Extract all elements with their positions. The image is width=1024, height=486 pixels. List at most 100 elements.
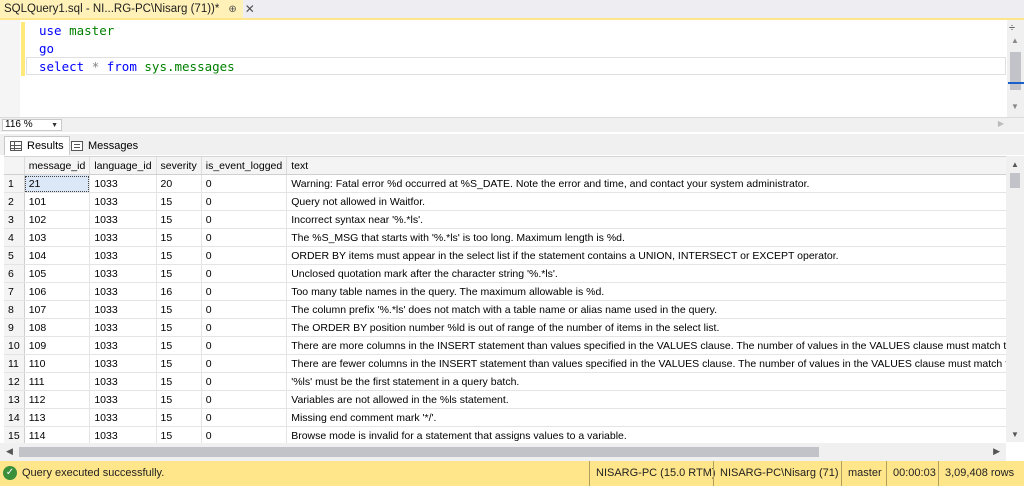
table-cell[interactable]: 1033 bbox=[89, 228, 157, 247]
table-row[interactable]: 9 108 1033 15 0 The ORDER BY position number … bbox=[4, 318, 1006, 337]
scroll-right-icon[interactable]: ▶ bbox=[998, 119, 1004, 128]
table-cell[interactable]: 1033 bbox=[89, 426, 157, 443]
grid-vertical-scrollbar[interactable]: ▲ ▼ bbox=[1006, 156, 1024, 442]
table-cell[interactable]: 15 bbox=[156, 210, 202, 229]
table-cell[interactable]: 1033 bbox=[89, 210, 157, 229]
table-row[interactable]: 14 113 1033 15 0 Missing end comment mark '*/… bbox=[4, 408, 1006, 427]
table-row[interactable]: 8 107 1033 15 0 The column prefix '%.*ls' doe… bbox=[4, 300, 1006, 319]
row-number-cell[interactable]: 6 bbox=[4, 264, 25, 283]
table-cell[interactable]: 15 bbox=[156, 192, 202, 211]
code-line-1[interactable]: use master bbox=[39, 22, 114, 40]
table-cell[interactable]: 101 bbox=[24, 192, 91, 211]
table-cell[interactable]: Browse mode is invalid for a statement t… bbox=[286, 426, 1006, 443]
tab-messages[interactable]: Messages bbox=[66, 136, 143, 155]
row-number-cell[interactable]: 10 bbox=[4, 336, 25, 355]
split-icon[interactable]: ÷ bbox=[1009, 22, 1015, 34]
row-number-cell[interactable]: 5 bbox=[4, 246, 25, 265]
table-cell[interactable]: 1033 bbox=[89, 336, 157, 355]
table-cell[interactable]: 1033 bbox=[89, 174, 157, 193]
table-cell[interactable]: 21 bbox=[24, 174, 91, 193]
scroll-thumb[interactable] bbox=[19, 447, 819, 457]
table-cell[interactable]: 1033 bbox=[89, 318, 157, 337]
table-cell[interactable]: 1033 bbox=[89, 282, 157, 301]
column-header[interactable]: severity bbox=[156, 157, 202, 175]
scroll-thumb[interactable] bbox=[1010, 52, 1021, 90]
column-header[interactable] bbox=[4, 157, 25, 175]
table-cell[interactable]: 15 bbox=[156, 390, 202, 409]
row-number-cell[interactable]: 7 bbox=[4, 282, 25, 301]
table-row[interactable]: 10 109 1033 15 0 There are more columns in th… bbox=[4, 336, 1006, 355]
table-cell[interactable]: 15 bbox=[156, 228, 202, 247]
table-row[interactable]: 1 21 1033 20 0 Warning: Fatal error %d occurr… bbox=[4, 174, 1006, 193]
row-number-cell[interactable]: 14 bbox=[4, 408, 25, 427]
table-cell[interactable]: The ORDER BY position number %ld is out … bbox=[286, 318, 1006, 337]
table-cell[interactable]: 15 bbox=[156, 318, 202, 337]
table-cell[interactable]: 103 bbox=[24, 228, 91, 247]
scroll-right-icon[interactable]: ▶ bbox=[993, 446, 1000, 457]
column-header[interactable]: is_event_logged bbox=[201, 157, 288, 175]
row-number-cell[interactable]: 11 bbox=[4, 354, 25, 373]
table-cell[interactable]: 0 bbox=[201, 192, 288, 211]
table-cell[interactable]: 0 bbox=[201, 300, 288, 319]
table-row[interactable]: 7 106 1033 16 0 Too many table names in the q… bbox=[4, 282, 1006, 301]
tab-results[interactable]: Results bbox=[4, 136, 70, 155]
table-cell[interactable]: 0 bbox=[201, 372, 288, 391]
scroll-up-icon[interactable]: ▲ bbox=[1011, 36, 1019, 45]
code-line-2[interactable]: go bbox=[39, 40, 54, 58]
table-row[interactable]: 2 101 1033 15 0 Query not allowed in Waitfor. bbox=[4, 192, 1006, 211]
table-cell[interactable]: 15 bbox=[156, 372, 202, 391]
table-cell[interactable]: 0 bbox=[201, 282, 288, 301]
row-number-cell[interactable]: 1 bbox=[4, 174, 25, 193]
row-number-cell[interactable]: 8 bbox=[4, 300, 25, 319]
scroll-up-icon[interactable]: ▲ bbox=[1011, 160, 1019, 169]
row-number-cell[interactable]: 13 bbox=[4, 390, 25, 409]
table-row[interactable]: 12 111 1033 15 0 '%ls' must be the first stat… bbox=[4, 372, 1006, 391]
zoom-dropdown[interactable]: 116 % ▼ bbox=[2, 119, 62, 131]
row-number-cell[interactable]: 3 bbox=[4, 210, 25, 229]
table-cell[interactable]: 16 bbox=[156, 282, 202, 301]
close-icon[interactable]: ✕ bbox=[245, 2, 255, 16]
table-cell[interactable]: 15 bbox=[156, 336, 202, 355]
table-cell[interactable]: 0 bbox=[201, 390, 288, 409]
table-cell[interactable]: 106 bbox=[24, 282, 91, 301]
row-number-cell[interactable]: 12 bbox=[4, 372, 25, 391]
table-cell[interactable]: 114 bbox=[24, 426, 91, 443]
table-cell[interactable]: 15 bbox=[156, 408, 202, 427]
scroll-down-icon[interactable]: ▼ bbox=[1011, 430, 1019, 439]
column-header[interactable]: text bbox=[286, 157, 1006, 175]
table-cell[interactable]: 15 bbox=[156, 300, 202, 319]
table-cell[interactable]: 15 bbox=[156, 426, 202, 443]
table-cell[interactable]: 0 bbox=[201, 210, 288, 229]
table-cell[interactable]: 113 bbox=[24, 408, 91, 427]
table-cell[interactable]: The column prefix '%.*ls' does not match… bbox=[286, 300, 1006, 319]
column-header[interactable]: message_id bbox=[24, 157, 91, 175]
query-editor[interactable]: use master go select * from sys.messages… bbox=[0, 20, 1024, 117]
document-tab[interactable]: SQLQuery1.sql - NI...RG-PC\Nisarg (71))*… bbox=[0, 0, 255, 18]
table-row[interactable]: 15 114 1033 15 0 Browse mode is invalid for a… bbox=[4, 426, 1006, 443]
table-cell[interactable]: 111 bbox=[24, 372, 91, 391]
table-cell[interactable]: 104 bbox=[24, 246, 91, 265]
table-cell[interactable]: 0 bbox=[201, 264, 288, 283]
grid-horizontal-scrollbar[interactable]: ◀ ▶ bbox=[0, 443, 1006, 461]
table-cell[interactable]: 20 bbox=[156, 174, 202, 193]
table-cell[interactable]: 1033 bbox=[89, 354, 157, 373]
table-cell[interactable]: Variables are not allowed in the %ls sta… bbox=[286, 390, 1006, 409]
table-cell[interactable]: There are fewer columns in the INSERT st… bbox=[286, 354, 1006, 373]
table-cell[interactable]: 110 bbox=[24, 354, 91, 373]
scroll-thumb[interactable] bbox=[1010, 173, 1020, 188]
table-cell[interactable]: 108 bbox=[24, 318, 91, 337]
table-cell[interactable]: 1033 bbox=[89, 264, 157, 283]
table-cell[interactable]: Too many table names in the query. The m… bbox=[286, 282, 1006, 301]
table-cell[interactable]: 1033 bbox=[89, 372, 157, 391]
table-cell[interactable]: 0 bbox=[201, 354, 288, 373]
table-cell[interactable]: 0 bbox=[201, 408, 288, 427]
table-cell[interactable]: 1033 bbox=[89, 246, 157, 265]
editor-vertical-scrollbar[interactable]: ÷ ▲ ▼ bbox=[1007, 20, 1024, 117]
table-cell[interactable]: 0 bbox=[201, 336, 288, 355]
table-cell[interactable]: 0 bbox=[201, 174, 288, 193]
column-header[interactable]: language_id bbox=[89, 157, 157, 175]
table-cell[interactable]: Incorrect syntax near '%.*ls'. bbox=[286, 210, 1006, 229]
scroll-down-icon[interactable]: ▼ bbox=[1011, 102, 1019, 111]
table-cell[interactable]: Query not allowed in Waitfor. bbox=[286, 192, 1006, 211]
table-cell[interactable]: 15 bbox=[156, 246, 202, 265]
